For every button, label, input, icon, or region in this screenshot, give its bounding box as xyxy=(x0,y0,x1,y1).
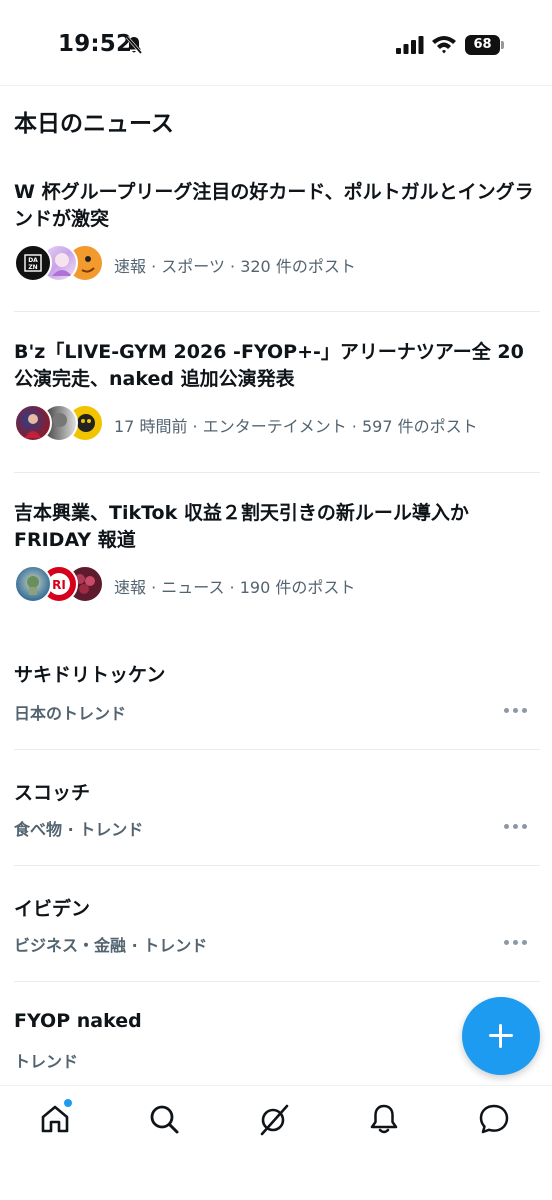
home-icon[interactable] xyxy=(38,1102,72,1136)
trend-item[interactable]: イビデン ビジネス・金融 · トレンド xyxy=(0,866,552,982)
news-meta-row: DA ZN 速報 · スポーツ · 320 件のポスト xyxy=(14,244,544,284)
more-options-icon[interactable] xyxy=(504,707,530,715)
more-options-icon[interactable] xyxy=(504,939,530,947)
more-options-icon[interactable] xyxy=(504,823,530,831)
avatar-group xyxy=(14,404,104,444)
news-headline: B'z「LIVE-GYM 2026 -FYOP+-」アリーナツアー全 20 公演… xyxy=(14,341,524,390)
photo-avatar xyxy=(14,565,52,603)
grok-icon[interactable] xyxy=(257,1102,291,1136)
svg-text:ZN: ZN xyxy=(28,264,37,271)
wifi-icon xyxy=(432,36,456,54)
notifications-icon[interactable] xyxy=(367,1102,401,1136)
status-time: 19:52 xyxy=(58,31,133,57)
plus-icon-stem xyxy=(499,1024,502,1048)
news-meta: 速報 · ニュース · 190 件のポスト xyxy=(114,578,356,597)
trend-meta: トレンド xyxy=(14,1052,79,1071)
search-icon[interactable] xyxy=(147,1102,181,1136)
trend-item[interactable]: サキドリトッケン 日本のトレンド xyxy=(0,640,552,750)
news-meta-row: 17 時間前 · エンターテイメント · 597 件のポスト xyxy=(14,404,544,444)
news-meta: 17 時間前 · エンターテイメント · 597 件のポスト xyxy=(114,417,478,436)
news-meta-row: RI 速報 · ニュース · 190 件のポスト xyxy=(14,565,544,605)
dazn-logo-avatar: DA ZN xyxy=(14,244,52,282)
dazn-logo-icon: DA ZN xyxy=(24,254,42,272)
trend-meta: ビジネス・金融 · トレンド xyxy=(14,936,208,955)
avatar-group: RI xyxy=(14,565,104,605)
news-headline: W 杯グループリーグ注目の好カード、ポルトガルとイングランドが激突 xyxy=(14,181,534,230)
battery-level: 68 xyxy=(465,35,500,55)
trend-title: サキドリトッケン xyxy=(14,664,166,686)
news-meta: 速報 · スポーツ · 320 件のポスト xyxy=(114,257,356,276)
svg-text:DA: DA xyxy=(28,257,38,264)
section-title: 本日のニュース xyxy=(14,111,174,137)
news-headline: 吉本興業、TikTok 収益２割天引きの新ルール導入か FRIDAY 報道 xyxy=(14,502,469,551)
trend-title: スコッチ xyxy=(14,782,91,804)
trend-item[interactable]: スコッチ 食べ物 · トレンド xyxy=(0,750,552,866)
svg-text:RI: RI xyxy=(52,578,66,592)
compose-post-button[interactable] xyxy=(462,997,540,1075)
bell-off-icon xyxy=(125,36,143,54)
red-avatar xyxy=(14,404,52,442)
battery-indicator: 68 xyxy=(465,35,505,55)
battery-tip xyxy=(501,41,504,49)
cellular-signal-icon xyxy=(396,36,424,54)
trend-title: FYOP naked xyxy=(14,1010,142,1032)
status-bar: 19:52 68 xyxy=(0,0,552,86)
new-activity-indicator xyxy=(64,1099,72,1107)
avatar-group: DA ZN xyxy=(14,244,104,284)
trend-title: イビデン xyxy=(14,898,91,920)
trend-meta: 食べ物 · トレンド xyxy=(14,820,144,839)
bottom-nav xyxy=(0,1085,552,1200)
news-item[interactable]: 吉本興業、TikTok 収益２割天引きの新ルール導入か FRIDAY 報道 RI… xyxy=(0,473,552,633)
news-item[interactable]: W 杯グループリーグ注目の好カード、ポルトガルとイングランドが激突 DA ZN … xyxy=(0,172,552,312)
messages-icon[interactable] xyxy=(477,1102,511,1136)
news-item[interactable]: B'z「LIVE-GYM 2026 -FYOP+-」アリーナツアー全 20 公演… xyxy=(0,312,552,473)
trend-meta: 日本のトレンド xyxy=(14,704,127,723)
